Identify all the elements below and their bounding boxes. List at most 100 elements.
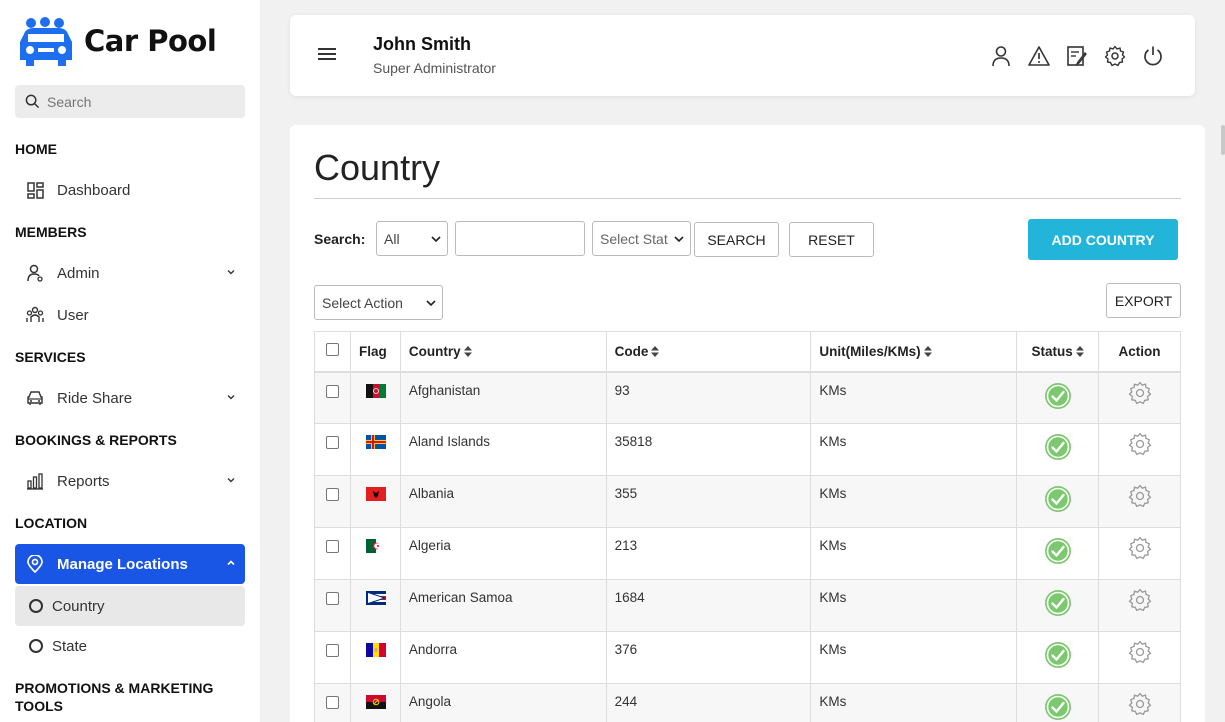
table-row: Aland Islands 35818 KMs (314, 423, 1181, 476)
add-country-button[interactable]: ADD COUNTRY (1028, 219, 1178, 260)
reset-button[interactable]: RESET (789, 222, 874, 257)
export-button[interactable]: EXPORT (1106, 283, 1181, 318)
flag-cell (349, 423, 401, 476)
status-select[interactable]: Select Stat (592, 221, 691, 256)
bulk-action-select[interactable]: Select Action (314, 285, 443, 320)
gear-icon[interactable] (1128, 640, 1152, 664)
sidebar-subitem-state[interactable]: State (15, 626, 245, 666)
row-checkbox[interactable] (325, 644, 339, 657)
flag-cell (349, 579, 401, 632)
col-country[interactable]: Country (399, 331, 607, 373)
settings-icon[interactable] (1104, 45, 1126, 67)
col-flag: Flag (349, 331, 401, 373)
sidebar-item-reports[interactable]: Reports (15, 461, 245, 501)
row-checkbox[interactable] (325, 436, 339, 449)
active-status-icon[interactable] (1044, 382, 1072, 410)
status-cell (1016, 527, 1100, 580)
row-checkbox[interactable] (325, 488, 339, 501)
sidebar-item-user[interactable]: User (15, 295, 245, 335)
bar-chart-icon (25, 471, 45, 491)
row-select-cell (314, 423, 351, 476)
unit-cell: KMs (810, 683, 1018, 722)
country-cell: Aland Islands (399, 423, 607, 476)
select-all-cell (314, 331, 351, 373)
profile-icon[interactable] (990, 45, 1012, 67)
active-status-icon[interactable] (1044, 537, 1072, 565)
col-code[interactable]: Code (605, 331, 812, 373)
status-cell (1016, 683, 1100, 722)
gear-icon[interactable] (1128, 536, 1152, 560)
row-checkbox[interactable] (325, 696, 339, 709)
sidebar-subitem-label: State (52, 637, 88, 655)
search-label: Search: (314, 231, 366, 247)
status-cell (1016, 423, 1100, 476)
car-icon (25, 388, 45, 408)
title-divider (314, 198, 1181, 199)
power-icon[interactable] (1142, 45, 1164, 67)
select-all-checkbox[interactable] (325, 343, 339, 357)
col-status-label: Status (1031, 343, 1073, 359)
sort-icon (651, 345, 660, 357)
gear-icon[interactable] (1128, 381, 1152, 405)
col-unit-label: Unit(Miles/KMs) (819, 343, 921, 359)
sidebar-item-label: User (57, 306, 89, 324)
search-input[interactable] (455, 221, 585, 256)
active-status-icon[interactable] (1044, 641, 1072, 669)
col-unit[interactable]: Unit(Miles/KMs) (810, 331, 1018, 373)
table-row: Albania 355 KMs (314, 475, 1181, 528)
section-members: MEMBERS (15, 224, 87, 240)
chevron-down-icon (227, 270, 235, 275)
search-button[interactable]: SEARCH (694, 222, 779, 257)
row-checkbox[interactable] (325, 540, 339, 553)
chevron-down-icon (431, 236, 441, 243)
sidebar-item-admin[interactable]: Admin (15, 253, 245, 293)
active-status-icon[interactable] (1044, 589, 1072, 617)
sidebar-item-label: Reports (57, 472, 110, 490)
col-action: Action (1098, 331, 1181, 373)
sidebar-item-ride-share[interactable]: Ride Share (15, 378, 245, 418)
row-checkbox[interactable] (325, 384, 339, 398)
table-row: Angola 244 KMs (314, 683, 1181, 722)
status-select-value: Select Stat (600, 230, 668, 247)
alert-icon[interactable] (1028, 45, 1050, 67)
sidebar-item-label: Dashboard (57, 181, 131, 199)
unit-cell: KMs (810, 371, 1018, 424)
sidebar-subitem-country[interactable]: Country (15, 586, 245, 626)
sidebar-search[interactable] (15, 85, 245, 118)
active-status-icon[interactable] (1044, 433, 1072, 461)
action-cell (1098, 527, 1181, 580)
edit-icon[interactable] (1066, 45, 1088, 67)
bulk-action-value: Select Action (322, 294, 403, 311)
page-scrollbar[interactable] (1221, 125, 1225, 155)
action-cell (1098, 683, 1181, 722)
action-cell (1098, 631, 1181, 684)
app-name: Car Pool (84, 24, 217, 58)
active-status-icon[interactable] (1044, 693, 1072, 721)
sidebar-item-manage-locations[interactable]: Manage Locations (15, 544, 245, 584)
code-cell: 213 (605, 527, 812, 580)
col-status[interactable]: Status (1016, 331, 1100, 373)
sidebar-item-dashboard[interactable]: Dashboard (15, 170, 245, 210)
gear-icon[interactable] (1128, 484, 1152, 508)
location-pin-icon (25, 554, 45, 574)
app-logo[interactable]: Car Pool (14, 14, 217, 68)
row-select-cell (314, 631, 351, 684)
hamburger-menu-icon[interactable] (318, 48, 336, 60)
col-action-label: Action (1118, 343, 1161, 359)
flag-icon (365, 539, 386, 553)
gear-icon[interactable] (1128, 432, 1152, 456)
sidebar-search-input[interactable] (47, 93, 227, 110)
code-cell: 355 (605, 475, 812, 528)
active-status-icon[interactable] (1044, 485, 1072, 513)
col-flag-label: Flag (358, 343, 387, 359)
row-checkbox[interactable] (325, 592, 339, 605)
car-logo-icon (20, 17, 72, 66)
search-field-select[interactable]: All (376, 221, 448, 256)
gear-icon[interactable] (1128, 588, 1152, 612)
row-select-cell (314, 683, 351, 722)
user-role: Super Administrator (373, 60, 496, 76)
col-country-label: Country (408, 343, 461, 359)
status-cell (1016, 631, 1100, 684)
action-cell (1098, 579, 1181, 632)
gear-icon[interactable] (1128, 692, 1152, 716)
